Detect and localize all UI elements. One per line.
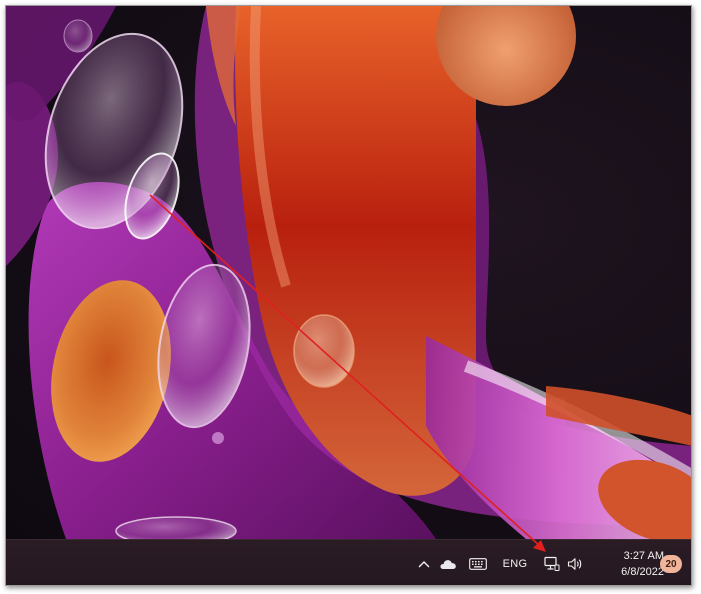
network-tray-button[interactable] bbox=[541, 540, 563, 585]
show-hidden-icons-button[interactable] bbox=[414, 540, 434, 585]
desktop-wallpaper bbox=[6, 6, 691, 539]
onedrive-tray-button[interactable] bbox=[436, 540, 460, 585]
network-icon bbox=[544, 556, 560, 571]
input-language-button[interactable]: ENG bbox=[498, 540, 532, 585]
cloud-icon bbox=[440, 560, 456, 569]
notification-count-badge[interactable]: 20 bbox=[660, 555, 682, 573]
clock-button[interactable]: 3:27 AM 6/8/2022 bbox=[594, 540, 664, 585]
taskbar: ENG 3:27 AM 6/8/2022 20 bbox=[6, 539, 691, 585]
clock-date: 6/8/2022 bbox=[621, 566, 664, 578]
language-label: ENG bbox=[502, 558, 528, 570]
chevron-up-icon bbox=[418, 561, 430, 568]
clock-time: 3:27 AM bbox=[623, 550, 664, 562]
wallpaper-art bbox=[6, 6, 691, 539]
screenshot-frame: ENG 3:27 AM 6/8/2022 20 bbox=[5, 5, 692, 586]
keyboard-icon bbox=[469, 558, 487, 570]
volume-tray-button[interactable] bbox=[564, 540, 586, 585]
touch-keyboard-button[interactable] bbox=[464, 540, 492, 585]
speaker-icon bbox=[567, 558, 582, 570]
